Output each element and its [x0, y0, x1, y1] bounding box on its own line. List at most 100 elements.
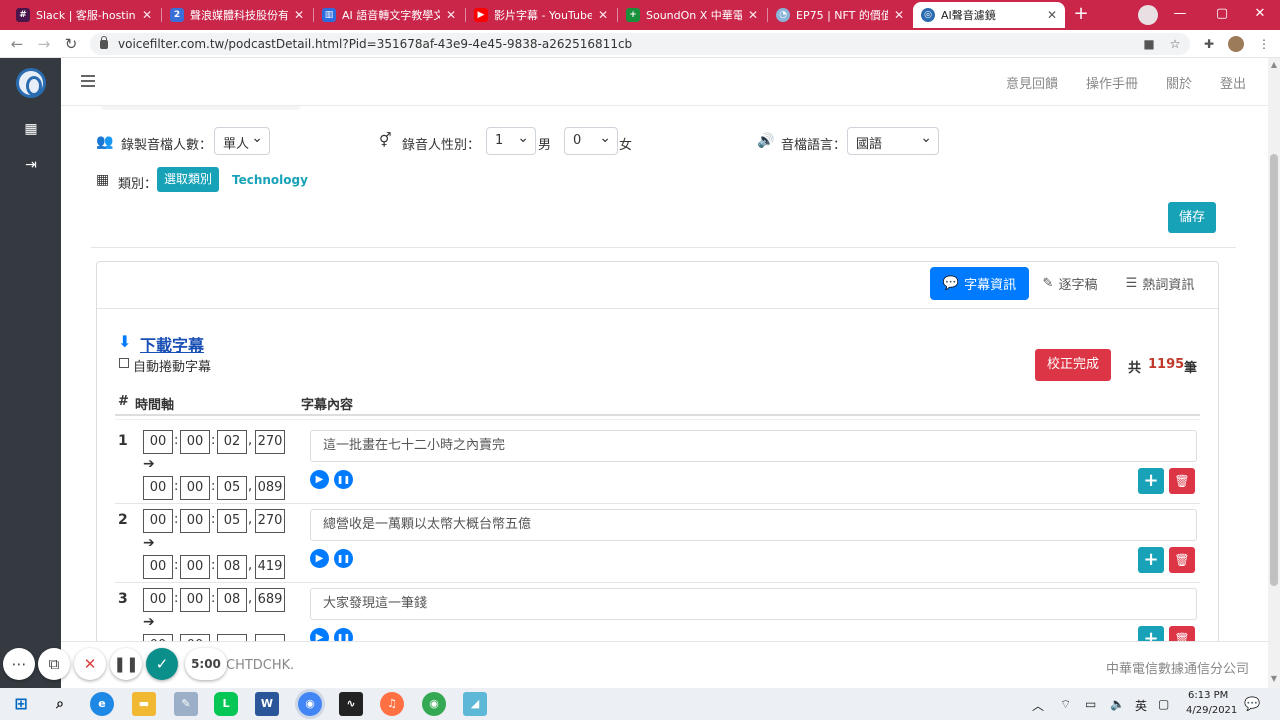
scrollbar-thumb[interactable]	[1270, 154, 1278, 586]
profile-icon[interactable]	[1138, 5, 1158, 25]
start-time-field[interactable]: 02	[217, 430, 247, 454]
start-time-field[interactable]: 00	[180, 430, 210, 454]
network-icon[interactable]: ⌔	[1060, 697, 1071, 712]
nav-about[interactable]: 關於	[1166, 73, 1192, 92]
app-logo[interactable]	[16, 68, 46, 98]
close-tab-icon[interactable]: ✕	[446, 8, 456, 22]
nav-manual[interactable]: 操作手冊	[1086, 73, 1138, 92]
back-icon[interactable]: ←	[6, 34, 28, 56]
close-tab-icon[interactable]: ✕	[142, 8, 152, 22]
delete-row-button[interactable]: 🗑	[1169, 626, 1195, 641]
autoscroll-checkbox[interactable]	[119, 358, 129, 368]
browser-tab[interactable]: # Slack | 客服-hosting | ✕	[8, 2, 160, 28]
pen-app-icon[interactable]: ✎	[174, 692, 198, 716]
start-time-field[interactable]: 08	[217, 588, 247, 612]
select-category-button[interactable]: 選取類別	[157, 167, 219, 192]
tab-transcript[interactable]: ✎ 逐字稿	[1036, 267, 1104, 300]
start-time-field[interactable]: 00	[143, 588, 173, 612]
screen-capture-icon[interactable]: ⧉	[38, 648, 70, 680]
delete-row-button[interactable]: 🗑	[1169, 468, 1195, 494]
browser-tab[interactable]: ◔ EP75 | NFT 的價值 & ✕	[768, 2, 912, 28]
end-time-field[interactable]: 08	[217, 555, 247, 579]
start-time-field[interactable]: 689	[255, 588, 285, 612]
close-tab-icon[interactable]: ✕	[894, 8, 904, 22]
add-row-button[interactable]: +	[1138, 468, 1164, 494]
page-scrollbar[interactable]: ▲ ▼	[1268, 58, 1280, 688]
close-tab-icon[interactable]: ✕	[598, 8, 608, 22]
bookmark-star-icon[interactable]: ☆	[1167, 36, 1183, 52]
clock-time[interactable]: 6:13 PM	[1188, 690, 1228, 701]
browser-tab[interactable]: ▶ 影片字幕 - YouTube St ✕	[466, 2, 616, 28]
hamburger-menu-icon[interactable]	[81, 75, 95, 87]
ime-mode-icon[interactable]: ▢	[1158, 697, 1169, 711]
end-time-field[interactable]: 05	[217, 476, 247, 500]
subtitle-text-input[interactable]: 大家發現這一筆錢	[310, 588, 1197, 620]
chrome-icon[interactable]: ◉	[298, 692, 322, 716]
add-row-button[interactable]: +	[1138, 547, 1164, 573]
start-time-field[interactable]: 270	[255, 430, 285, 454]
ime-indicator[interactable]: 英	[1135, 697, 1147, 714]
start-time-field[interactable]: 05	[217, 509, 247, 533]
forward-icon[interactable]: →	[33, 34, 55, 56]
pause-icon[interactable]: ❚❚	[334, 628, 353, 641]
download-subtitle-link[interactable]: 下載字幕	[140, 332, 204, 356]
language-select[interactable]: 國語	[847, 127, 939, 155]
new-tab-button[interactable]: +	[1071, 5, 1091, 25]
save-button[interactable]: 儲存	[1168, 202, 1216, 233]
battery-icon[interactable]: ▭	[1085, 697, 1096, 711]
subtitle-text-input[interactable]: 總營收是一萬顆以太幣大概台幣五億	[310, 509, 1197, 541]
play-icon[interactable]: ▶	[310, 628, 329, 641]
browser-tab-active[interactable]: ◎ AI聲音濾鏡 ✕	[913, 2, 1065, 28]
headphones-icon[interactable]: ♫	[380, 692, 404, 716]
male-count-select[interactable]: 1	[486, 127, 536, 155]
start-time-field[interactable]: 00	[143, 430, 173, 454]
tray-chevron-icon[interactable]: ︿	[1032, 697, 1044, 714]
extensions-icon[interactable]: ✚	[1201, 36, 1217, 52]
logout-icon[interactable]: ⇥	[22, 156, 40, 174]
start-time-field[interactable]: 00	[180, 588, 210, 612]
finish-recording-icon[interactable]: ✓	[146, 648, 178, 680]
subtitle-text-input[interactable]: 這一批畫在七十二小時之內賣完	[310, 430, 1197, 462]
word-icon[interactable]: W	[255, 692, 279, 716]
browser-tab[interactable]: + SoundOn X 中華電信 ✕	[618, 2, 766, 28]
edge-icon[interactable]: e	[90, 692, 114, 716]
close-tab-icon[interactable]: ✕	[1047, 8, 1057, 22]
speakers-select[interactable]: 單人	[214, 127, 270, 155]
complete-button[interactable]: 校正完成	[1035, 349, 1111, 381]
search-icon[interactable]: ⌕	[48, 692, 72, 716]
delete-row-button[interactable]: 🗑	[1169, 547, 1195, 573]
end-time-field[interactable]: 00	[180, 476, 210, 500]
end-time-field[interactable]: 00	[143, 555, 173, 579]
end-time-field[interactable]: 00	[143, 634, 173, 641]
minimize-button[interactable]: —	[1160, 3, 1200, 25]
line-icon[interactable]: L	[214, 692, 238, 716]
end-time-field[interactable]	[217, 634, 247, 641]
maximize-button[interactable]: ▢	[1202, 3, 1242, 25]
notifications-icon[interactable]: 💬	[1244, 697, 1260, 712]
female-count-select[interactable]: 0	[564, 127, 618, 155]
end-time-field[interactable]: 089	[255, 476, 285, 500]
nav-logout[interactable]: 登出	[1220, 73, 1246, 92]
more-options-icon[interactable]: ⋯	[3, 648, 35, 680]
end-time-field[interactable]: 00	[143, 476, 173, 500]
chrome-profile-icon[interactable]: ◉	[422, 692, 446, 716]
reload-icon[interactable]: ↻	[60, 34, 82, 56]
pause-icon[interactable]: ❚❚	[334, 549, 353, 568]
pause-recording-icon[interactable]: ❚❚	[110, 648, 142, 680]
avatar[interactable]	[1228, 36, 1244, 52]
pause-icon[interactable]: ❚❚	[334, 470, 353, 489]
volume-tray-icon[interactable]: 🔈	[1110, 697, 1125, 711]
close-tab-icon[interactable]: ✕	[748, 8, 758, 22]
play-icon[interactable]: ▶	[310, 549, 329, 568]
grid-icon[interactable]: ▦	[22, 120, 40, 138]
windows-start-icon[interactable]: ⊞	[9, 692, 33, 716]
tab-subtitle-info[interactable]: 💬 字幕資訊	[930, 267, 1029, 300]
camera-icon[interactable]: ■	[1141, 36, 1157, 52]
nav-feedback[interactable]: 意見回饋	[1006, 73, 1058, 92]
browser-tab[interactable]: ▥ AI 語音轉文字教學文 ✕	[314, 2, 464, 28]
audio-app-icon[interactable]: ∿	[339, 692, 363, 716]
end-time-field[interactable]: 00	[180, 634, 210, 641]
menu-icon[interactable]: ⋮	[1256, 36, 1272, 52]
end-time-field[interactable]	[255, 634, 285, 641]
app-icon[interactable]: ◢	[463, 692, 487, 716]
